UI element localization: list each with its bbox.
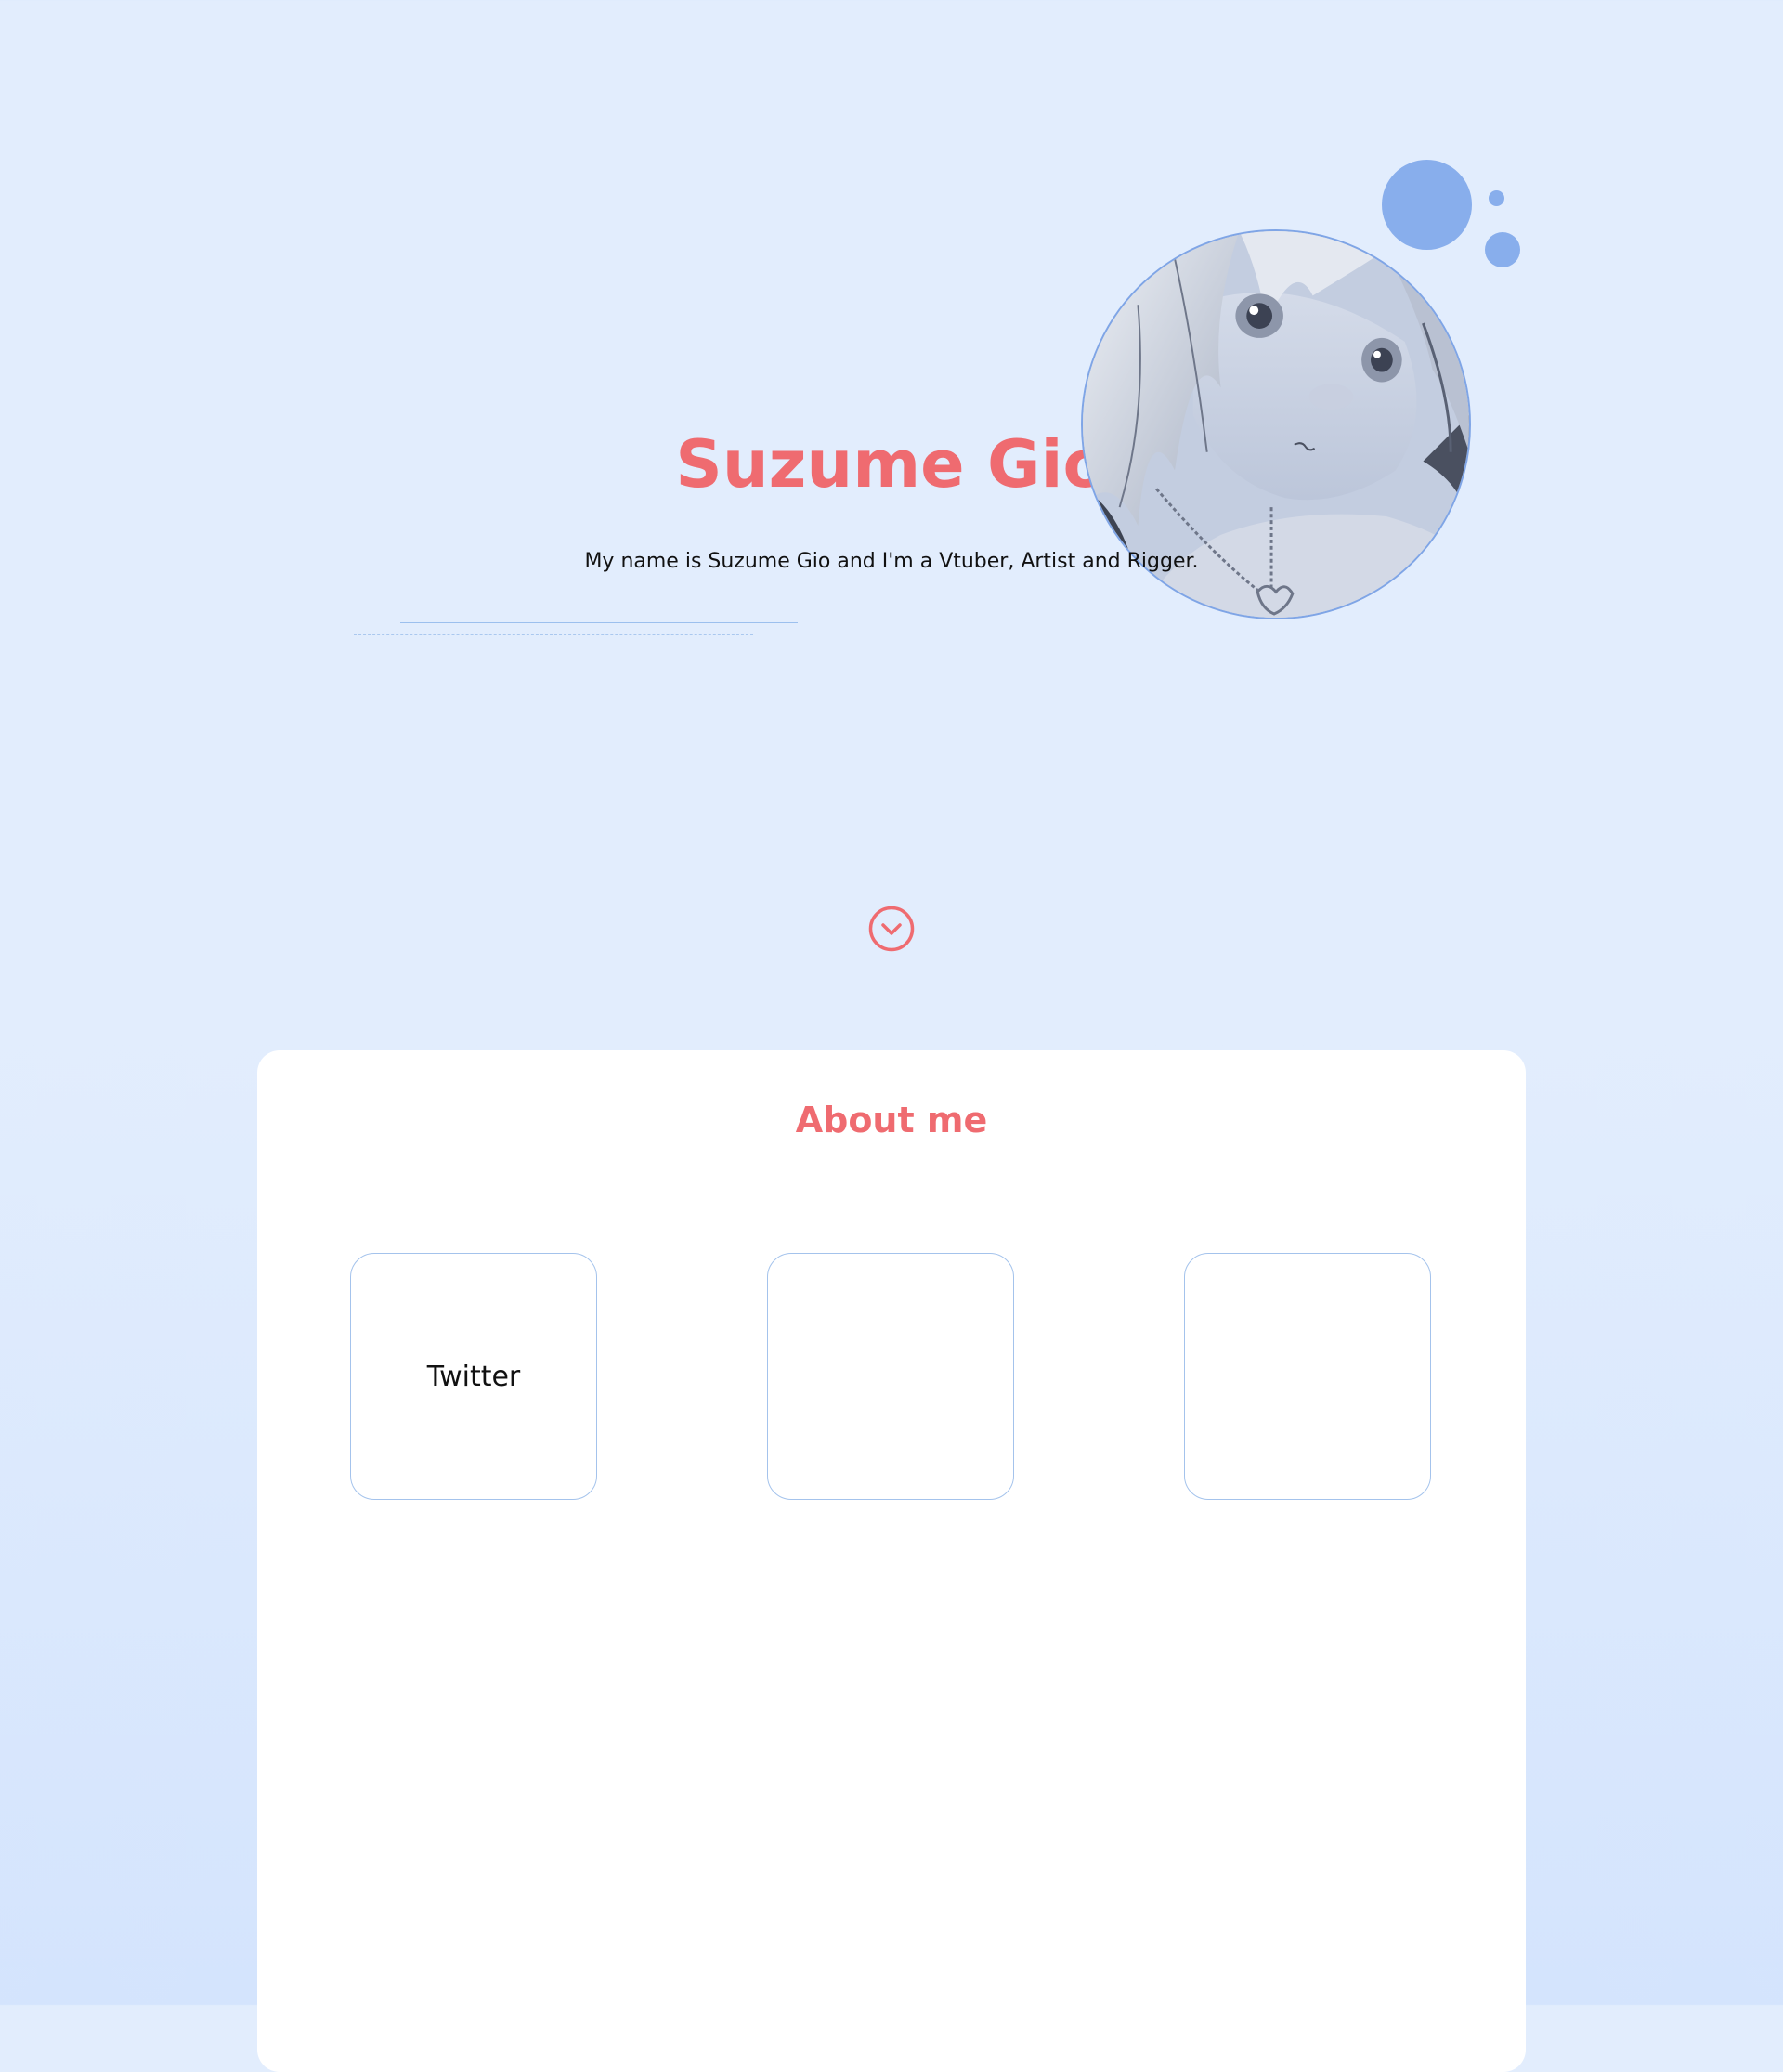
decor-line-solid: [400, 622, 798, 623]
decor-bubble-medium: [1485, 232, 1520, 267]
about-section: About me Twitter: [257, 1050, 1526, 2072]
decor-line-dashed: [354, 634, 753, 635]
page: Suzume Gio My name is Suzume Gio and I'm…: [0, 0, 1783, 2072]
hero-title: Suzume Gio: [675, 426, 1108, 502]
hero-subtitle: My name is Suzume Gio and I'm a Vtuber, …: [584, 550, 1199, 573]
about-title: About me: [795, 1100, 988, 1140]
link-card-2[interactable]: [767, 1253, 1014, 1500]
chevron-down-circle-icon: [868, 906, 915, 952]
link-card-twitter[interactable]: Twitter: [350, 1253, 597, 1500]
scroll-down-button[interactable]: [868, 906, 915, 952]
decor-bubble-small: [1489, 190, 1504, 206]
link-card-label: Twitter: [426, 1360, 521, 1393]
decor-bubble-large: [1382, 160, 1472, 250]
link-card-3[interactable]: [1184, 1253, 1431, 1500]
